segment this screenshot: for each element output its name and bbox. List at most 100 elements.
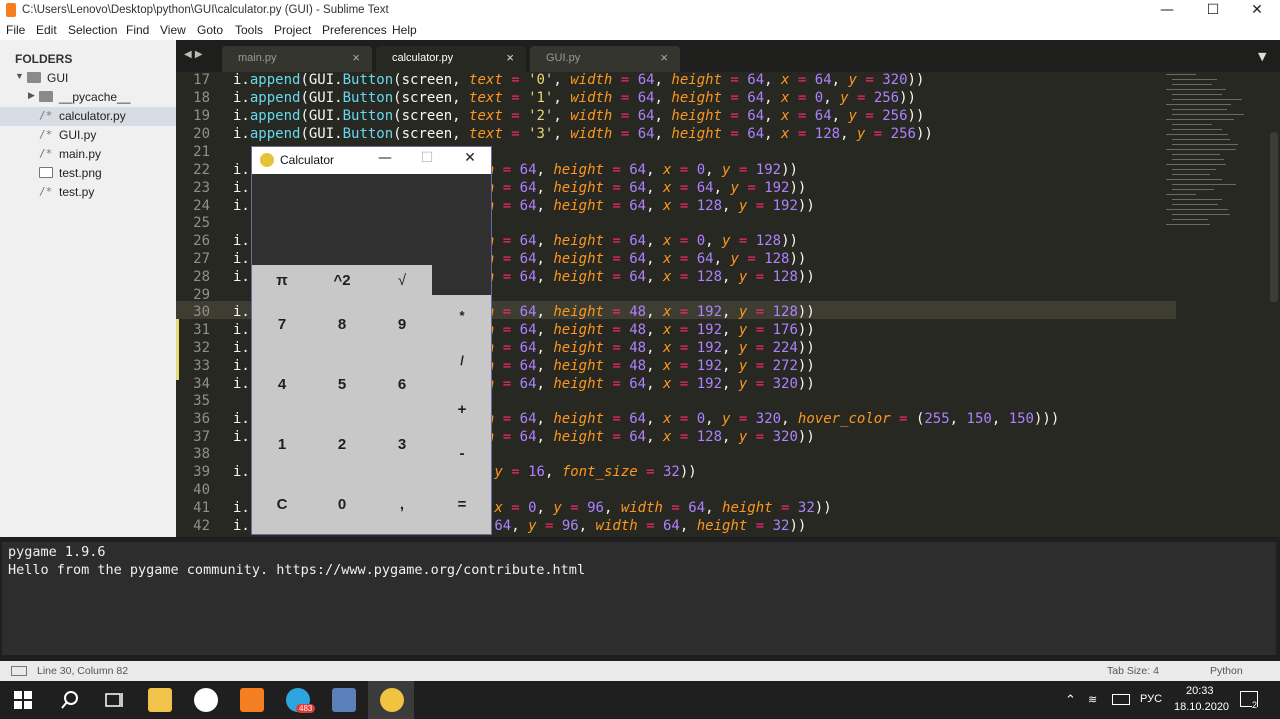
calc-minimize-button[interactable]: — [365, 150, 405, 166]
line-number: 34 [193, 376, 210, 392]
minimap-line [1166, 134, 1228, 135]
tab-size[interactable]: Tab Size: 4 [1107, 665, 1159, 677]
key-3[interactable]: 3 [372, 436, 432, 453]
clock-time[interactable]: 20:33 [1186, 685, 1214, 697]
syntax-mode[interactable]: Python [1210, 665, 1243, 677]
tab-calculator-py[interactable]: calculator.py × [376, 46, 526, 72]
close-icon[interactable]: × [352, 50, 360, 65]
console-output[interactable]: pygame 1.9.6 Hello from the pygame commu… [2, 542, 1276, 655]
folder-icon [39, 91, 53, 102]
cursor-position: Line 30, Column 82 [37, 665, 129, 677]
title-bar: C:\Users\Lenovo\Desktop\python\GUI\calcu… [0, 0, 1280, 22]
close-icon[interactable]: × [660, 50, 668, 65]
line-number: 20 [193, 126, 210, 142]
calculator-window: Calculator — ☐ ✕ π ^2 √ 7 8 9 4 5 6 1 2 … [251, 146, 492, 535]
key-divide[interactable]: / [432, 353, 492, 368]
menu-selection[interactable]: Selection [68, 23, 117, 37]
menu-goto[interactable]: Goto [197, 23, 223, 37]
minimap-line [1166, 74, 1196, 75]
task-view-icon[interactable] [102, 688, 126, 712]
file-explorer-icon[interactable] [148, 688, 172, 712]
input-language[interactable]: РУС [1140, 693, 1162, 705]
sublime-text-taskbar-icon[interactable] [240, 688, 264, 712]
close-button[interactable]: ✕ [1234, 0, 1280, 22]
key-2[interactable]: 2 [312, 436, 372, 453]
console-toggle-icon[interactable] [11, 666, 27, 676]
console-panel: pygame 1.9.6 Hello from the pygame commu… [0, 537, 1280, 661]
file-calculator-py[interactable]: /* calculator.py [0, 107, 176, 126]
calc-maximize-button[interactable]: ☐ [407, 150, 447, 166]
key-7[interactable]: 7 [252, 316, 312, 333]
maximize-button[interactable]: ☐ [1190, 0, 1236, 22]
line-number: 22 [193, 162, 210, 178]
menu-project[interactable]: Project [274, 23, 311, 37]
menu-edit[interactable]: Edit [36, 23, 57, 37]
key-plus[interactable]: + [432, 401, 492, 418]
search-icon[interactable] [58, 688, 82, 712]
wifi-icon[interactable]: ≋ [1088, 693, 1097, 706]
menu-tools[interactable]: Tools [235, 23, 263, 37]
folder-pycache[interactable]: ▶ __pycache__ [0, 88, 176, 107]
file-icon: /* [39, 109, 53, 122]
key-comma[interactable]: , [372, 496, 432, 513]
vertical-scrollbar[interactable] [1270, 132, 1278, 302]
minimap-line [1172, 99, 1242, 100]
key-0[interactable]: 0 [312, 496, 372, 513]
minimap-line [1172, 109, 1227, 110]
key-9[interactable]: 9 [372, 316, 432, 333]
menu-view[interactable]: View [160, 23, 186, 37]
keypad-notch [432, 265, 491, 295]
minimap-line [1166, 164, 1226, 165]
menu-preferences[interactable]: Preferences [322, 23, 387, 37]
calculator-title: Calculator [280, 153, 335, 167]
calc-close-button[interactable]: ✕ [450, 150, 490, 166]
menu-file[interactable]: File [6, 23, 25, 37]
calculator-app-icon[interactable] [332, 688, 356, 712]
key-pi[interactable]: π [252, 272, 312, 289]
key-8[interactable]: 8 [312, 316, 372, 333]
tree-item-label: __pycache__ [59, 90, 131, 104]
file-test-py[interactable]: /* test.py [0, 183, 176, 202]
key-4[interactable]: 4 [252, 376, 312, 393]
key-clear[interactable]: C [252, 496, 312, 513]
close-icon[interactable]: × [506, 50, 514, 65]
tab-main-py[interactable]: main.py × [222, 46, 372, 72]
line-number: 32 [193, 340, 210, 356]
minimap-line [1166, 179, 1222, 180]
key-minus[interactable]: - [432, 445, 492, 462]
minimap-line [1172, 124, 1212, 125]
tab-gui-py[interactable]: GUI.py × [530, 46, 680, 72]
minimap-line [1166, 104, 1231, 105]
minimap-line [1172, 79, 1217, 80]
minimap[interactable] [1166, 72, 1271, 272]
key-square[interactable]: ^2 [312, 272, 372, 289]
minimap-line [1166, 224, 1210, 225]
keyboard-icon[interactable] [1112, 694, 1130, 705]
folder-gui[interactable]: ▼ GUI [0, 69, 176, 88]
file-test-png[interactable]: test.png [0, 164, 176, 183]
tab-label: main.py [238, 52, 277, 64]
minimize-button[interactable]: — [1144, 0, 1190, 22]
line-number: 24 [193, 198, 210, 214]
tab-nav-arrows[interactable]: ◀ ▶ [184, 49, 203, 60]
yandex-browser-icon[interactable] [194, 688, 218, 712]
key-equals[interactable]: = [432, 496, 492, 513]
windows-start-icon[interactable] [14, 691, 32, 709]
key-5[interactable]: 5 [312, 376, 372, 393]
key-multiply[interactable]: * [432, 308, 492, 323]
clock-date[interactable]: 18.10.2020 [1174, 701, 1229, 713]
line-number: 30 [193, 304, 210, 320]
notification-count: 2 [1252, 700, 1258, 710]
chevron-up-icon[interactable]: ⌃ [1065, 692, 1076, 708]
key-6[interactable]: 6 [372, 376, 432, 393]
pygame-taskbar-icon[interactable] [380, 688, 404, 712]
chevron-down-icon[interactable]: ▼ [1258, 50, 1266, 63]
file-main-py[interactable]: /* main.py [0, 145, 176, 164]
menu-find[interactable]: Find [126, 23, 149, 37]
menu-help[interactable]: Help [392, 23, 417, 37]
code-line: i.append(GUI.Button(screen, text = '3', … [233, 126, 933, 142]
file-gui-py[interactable]: /* GUI.py [0, 126, 176, 145]
key-sqrt[interactable]: √ [372, 272, 432, 289]
telegram-badge: 483 [296, 704, 316, 713]
key-1[interactable]: 1 [252, 436, 312, 453]
